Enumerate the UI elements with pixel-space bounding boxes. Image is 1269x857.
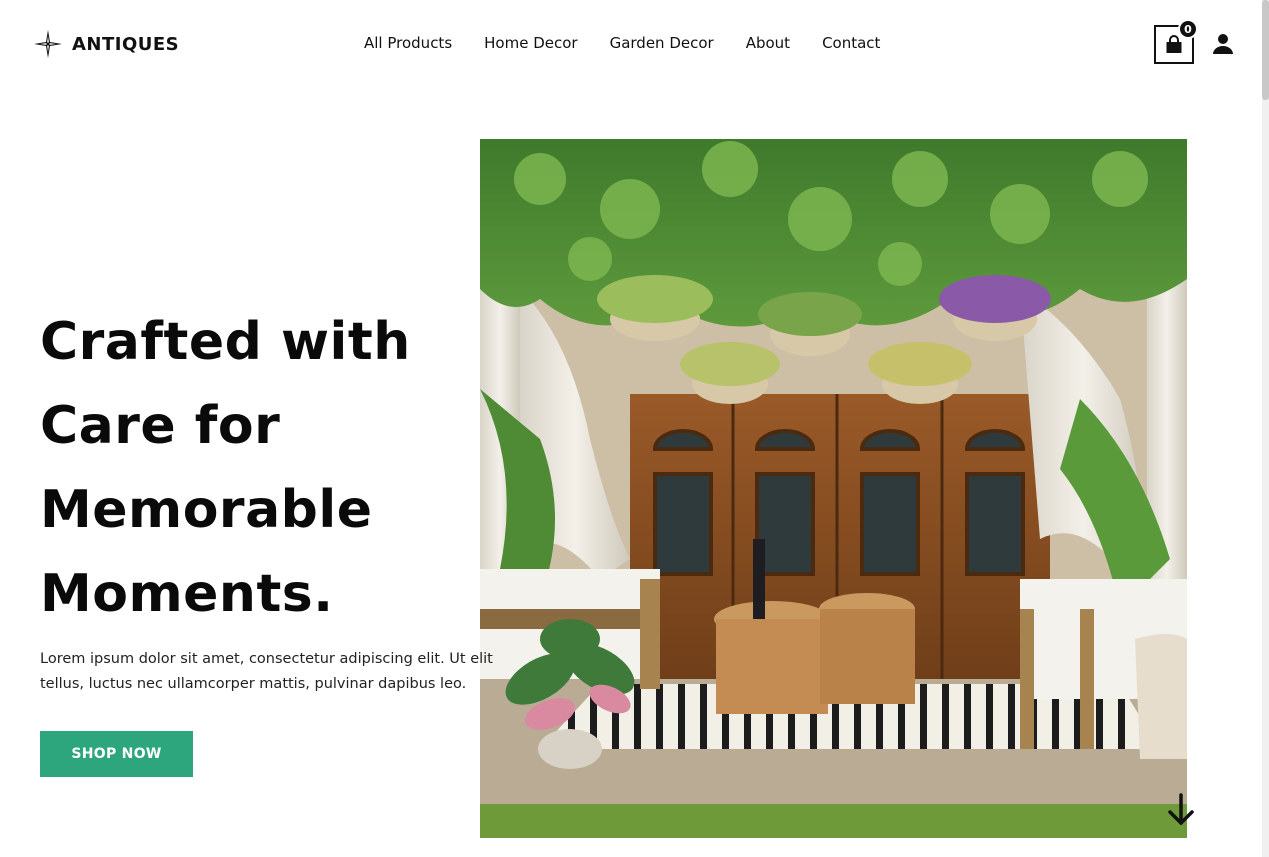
- cart-button[interactable]: 0: [1154, 19, 1198, 64]
- page-scrollbar[interactable]: [1262, 0, 1269, 857]
- logo[interactable]: ANTIQUES: [34, 30, 179, 58]
- brand-name: ANTIQUES: [72, 33, 180, 55]
- user-icon[interactable]: [1212, 33, 1234, 55]
- garden-patio-illustration: [480, 139, 1187, 838]
- nav-item-garden-decor[interactable]: Garden Decor: [610, 34, 714, 52]
- hero-title: Crafted with Care for Memorable Moments.: [40, 300, 480, 636]
- hero-title-line: Crafted with: [40, 312, 411, 372]
- cart-count-badge: 0: [1178, 19, 1198, 39]
- hero-description-line: Lorem ipsum dolor sit amet, consectetur …: [40, 651, 493, 667]
- nav-item-all-products[interactable]: All Products: [364, 34, 452, 52]
- scrollbar-thumb[interactable]: [1262, 0, 1269, 100]
- nav-item-about[interactable]: About: [746, 34, 790, 52]
- compass-star-icon: [34, 30, 62, 58]
- main-nav: All Products Home Decor Garden Decor Abo…: [364, 34, 880, 52]
- arrow-down-icon[interactable]: [1166, 793, 1196, 827]
- hero-title-line: Moments.: [40, 564, 334, 624]
- hero-title-line: Memorable: [40, 480, 373, 540]
- shopping-bag-icon: [1166, 34, 1182, 53]
- nav-item-contact[interactable]: Contact: [822, 34, 880, 52]
- hero-description: Lorem ipsum dolor sit amet, consectetur …: [40, 647, 530, 697]
- hero-description-line: tellus, luctus nec ullamcorper mattis, p…: [40, 676, 467, 692]
- shop-now-button[interactable]: SHOP NOW: [40, 731, 193, 777]
- site-header: ANTIQUES All Products Home Decor Garden …: [0, 0, 1262, 88]
- hero-image: [480, 139, 1187, 838]
- hero-title-line: Care for: [40, 396, 281, 456]
- nav-item-home-decor[interactable]: Home Decor: [484, 34, 577, 52]
